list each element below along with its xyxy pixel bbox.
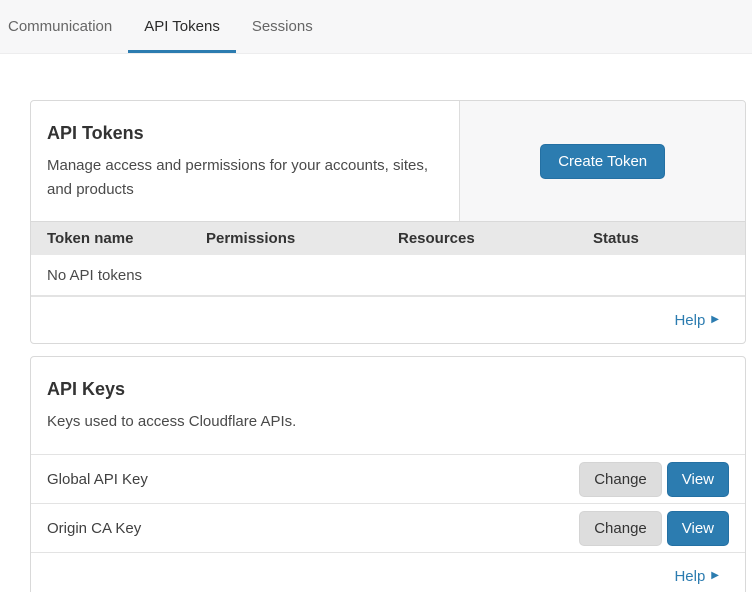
tokens-table-header: Token name Permissions Resources Status — [31, 221, 745, 255]
api-keys-card-header: API Keys Keys used to access Cloudflare … — [31, 357, 745, 454]
help-link-label: Help — [674, 312, 705, 329]
profile-tabbar: Communication API Tokens Sessions — [0, 0, 752, 54]
create-token-button[interactable]: Create Token — [540, 144, 665, 179]
help-link-label: Help — [674, 568, 705, 585]
tokens-empty-state: No API tokens — [31, 255, 745, 296]
key-name-label: Global API Key — [47, 471, 579, 488]
api-keys-help-link[interactable]: Help ▶ — [674, 568, 719, 585]
api-tokens-card: API Tokens Manage access and permissions… — [30, 100, 746, 344]
tab-communication[interactable]: Communication — [8, 0, 128, 53]
key-row-actions: Change View — [579, 462, 729, 497]
api-tokens-card-header-text: API Tokens Manage access and permissions… — [31, 101, 459, 221]
api-keys-help-row: Help ▶ — [31, 552, 745, 592]
change-origin-ca-key-button[interactable]: Change — [579, 511, 662, 546]
api-tokens-description: Manage access and permissions for your a… — [47, 154, 431, 202]
api-keys-card: API Keys Keys used to access Cloudflare … — [30, 356, 746, 592]
key-name-label: Origin CA Key — [47, 520, 579, 537]
tab-api-tokens[interactable]: API Tokens — [128, 0, 236, 53]
tab-sessions[interactable]: Sessions — [236, 0, 329, 53]
api-tokens-card-header-actions: Create Token — [459, 101, 745, 221]
api-tokens-help-link[interactable]: Help ▶ — [674, 312, 719, 329]
api-keys-description: Keys used to access Cloudflare APIs. — [47, 410, 729, 434]
arrow-right-icon: ▶ — [711, 571, 719, 581]
page-content: API Tokens Manage access and permissions… — [0, 54, 752, 592]
column-header-permissions: Permissions — [206, 230, 398, 247]
column-header-status: Status — [593, 230, 729, 247]
change-global-api-key-button[interactable]: Change — [579, 462, 662, 497]
key-row-global-api-key: Global API Key Change View — [31, 454, 745, 503]
api-tokens-title: API Tokens — [47, 123, 431, 144]
column-header-token-name: Token name — [47, 230, 206, 247]
key-row-origin-ca-key: Origin CA Key Change View — [31, 503, 745, 552]
api-tokens-card-header: API Tokens Manage access and permissions… — [31, 101, 745, 221]
api-keys-title: API Keys — [47, 379, 729, 400]
column-header-resources: Resources — [398, 230, 593, 247]
api-tokens-help-row: Help ▶ — [31, 296, 745, 343]
view-origin-ca-key-button[interactable]: View — [667, 511, 729, 546]
key-row-actions: Change View — [579, 511, 729, 546]
view-global-api-key-button[interactable]: View — [667, 462, 729, 497]
arrow-right-icon: ▶ — [711, 315, 719, 325]
